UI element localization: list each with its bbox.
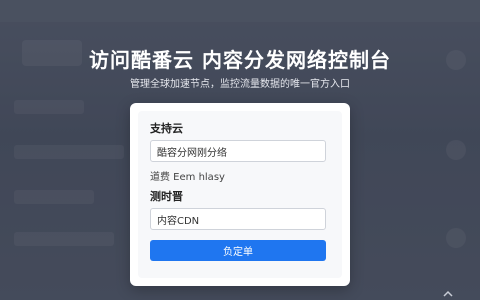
section-label-secondary: 测时晋 bbox=[150, 190, 183, 203]
login-card-body: 支持云 道费 Eem hlasy 测时晋 负定单 bbox=[138, 111, 342, 278]
submit-button[interactable]: 负定单 bbox=[150, 240, 326, 261]
page-title: 访问酷番云 内容分发网络控制台 bbox=[89, 48, 391, 72]
secondary-input[interactable] bbox=[150, 208, 326, 230]
login-card: 支持云 道费 Eem hlasy 测时晋 负定单 bbox=[130, 103, 350, 286]
page-subtitle: 管理全球加速节点，监控流量数据的唯一官方入口 bbox=[130, 79, 350, 90]
helper-text: 道费 Eem hlasy bbox=[150, 172, 225, 183]
section-label-primary: 支持云 bbox=[150, 122, 183, 135]
primary-input[interactable] bbox=[150, 140, 326, 162]
chevron-up-icon[interactable] bbox=[443, 290, 453, 300]
